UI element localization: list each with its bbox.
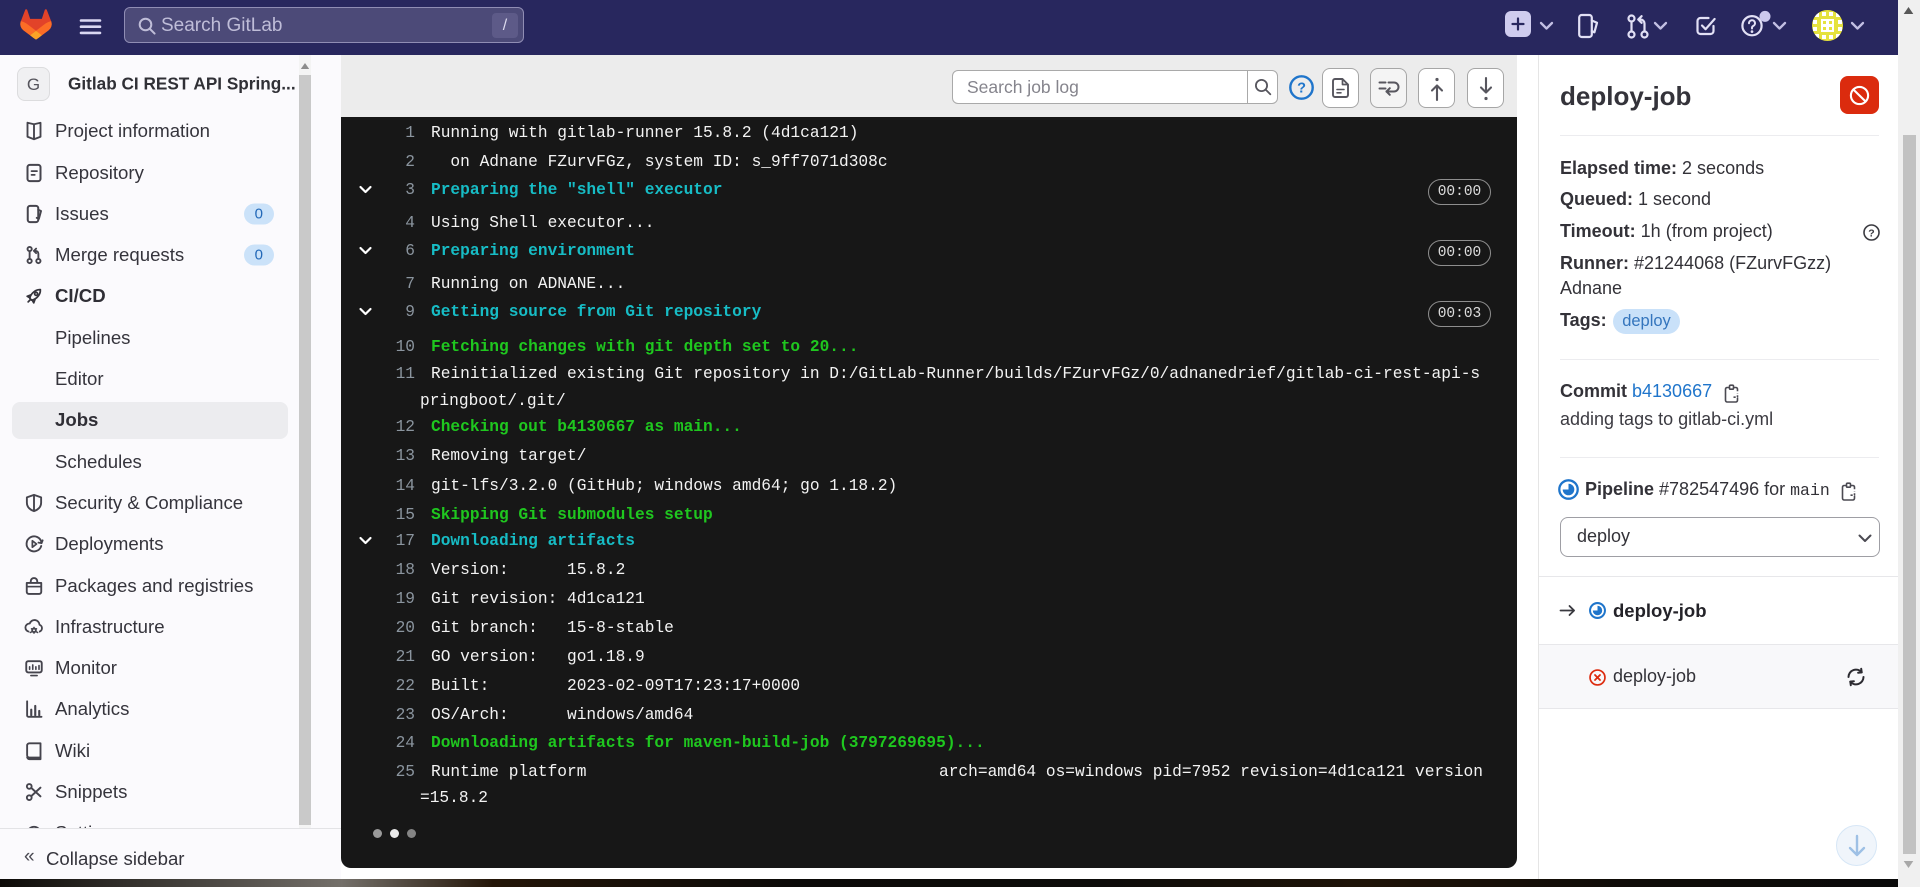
- svg-text:?: ?: [1297, 81, 1306, 97]
- svg-text:?: ?: [1868, 227, 1874, 239]
